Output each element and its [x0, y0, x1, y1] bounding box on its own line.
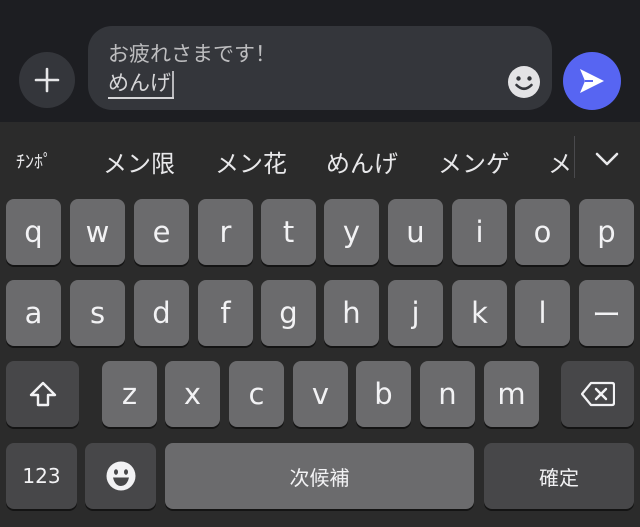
key-s[interactable]: s	[70, 280, 125, 346]
key-j[interactable]: j	[388, 280, 443, 346]
key-q[interactable]: q	[6, 199, 61, 265]
send-arrow-icon	[580, 69, 604, 93]
key-long-vowel[interactable]: ー	[579, 280, 634, 346]
key-e[interactable]: e	[134, 199, 189, 265]
candidate-item-partial[interactable]: メ	[548, 144, 572, 179]
shift-arrow-icon	[29, 381, 56, 407]
key-t[interactable]: t	[261, 199, 316, 265]
space-key-label: 次候補	[289, 465, 350, 490]
composing-text: めんげ	[108, 71, 171, 95]
key-p[interactable]: p	[579, 199, 634, 265]
expand-candidates-button[interactable]	[588, 140, 626, 178]
key-z[interactable]: z	[102, 361, 157, 427]
candidate-item[interactable]: メンゲ	[438, 144, 510, 179]
candidate-bar: ﾁﾝﾎﾟ メン限 メン花 めんげ メンゲ メ	[0, 122, 640, 194]
key-a[interactable]: a	[6, 280, 61, 346]
message-composing-text: めんげ	[108, 70, 174, 99]
key-b[interactable]: b	[356, 361, 411, 427]
key-v[interactable]: v	[293, 361, 348, 427]
shift-key[interactable]	[6, 361, 79, 427]
key-h[interactable]: h	[324, 280, 379, 346]
confirm-key[interactable]: 確定	[484, 443, 634, 509]
candidate-item[interactable]: メン花	[215, 144, 287, 179]
candidate-overflow: メ	[548, 122, 574, 194]
backspace-icon	[580, 381, 615, 407]
candidate-item[interactable]: めんげ	[326, 144, 398, 179]
message-text-line: お疲れさまです！	[108, 42, 276, 66]
candidate-item[interactable]: ﾁﾝﾎﾟ	[16, 148, 52, 174]
attach-button[interactable]	[19, 52, 75, 108]
emoji-keyboard-key[interactable]	[85, 443, 156, 509]
key-l[interactable]: l	[515, 280, 570, 346]
key-g[interactable]: g	[261, 280, 316, 346]
keyboard-screen: お疲れさまです！ めんげ ﾁﾝﾎﾟ メン限 メン花 めんげ メンゲ メ q w …	[0, 0, 640, 527]
key-r[interactable]: r	[198, 199, 253, 265]
numbers-key-label: 123	[22, 464, 61, 488]
message-input[interactable]: お疲れさまです！ めんげ	[88, 26, 552, 110]
confirm-key-label: 確定	[539, 465, 579, 490]
key-k[interactable]: k	[452, 280, 507, 346]
text-caret	[172, 71, 174, 97]
key-w[interactable]: w	[70, 199, 125, 265]
key-u[interactable]: u	[388, 199, 443, 265]
key-y[interactable]: y	[324, 199, 379, 265]
plus-icon	[34, 67, 60, 93]
emoji-face-icon	[106, 461, 135, 491]
send-button[interactable]	[563, 52, 621, 110]
next-candidate-key[interactable]: 次候補	[165, 443, 474, 509]
chevron-down-icon	[595, 152, 619, 166]
key-i[interactable]: i	[452, 199, 507, 265]
smiley-icon[interactable]	[506, 64, 542, 100]
key-m[interactable]: m	[484, 361, 539, 427]
key-n[interactable]: n	[420, 361, 475, 427]
candidate-item[interactable]: メン限	[103, 144, 175, 179]
key-f[interactable]: f	[198, 280, 253, 346]
candidate-divider	[574, 136, 575, 178]
delete-key[interactable]	[561, 361, 634, 427]
key-d[interactable]: d	[134, 280, 189, 346]
message-composer: お疲れさまです！ めんげ	[0, 0, 640, 122]
numbers-key[interactable]: 123	[6, 443, 77, 509]
key-c[interactable]: c	[229, 361, 284, 427]
key-x[interactable]: x	[165, 361, 220, 427]
key-o[interactable]: o	[515, 199, 570, 265]
